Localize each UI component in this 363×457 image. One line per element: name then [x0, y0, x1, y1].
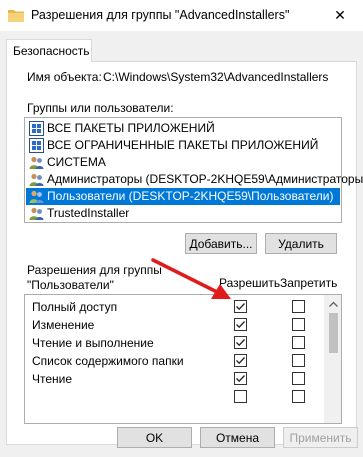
deny-checkbox[interactable] — [292, 372, 305, 385]
checkmark-icon — [236, 339, 245, 347]
permission-row: Полный доступ — [25, 298, 325, 316]
deny-checkbox[interactable] — [292, 318, 305, 331]
allow-checkbox[interactable] — [234, 300, 247, 313]
checkmark-icon — [236, 321, 245, 329]
permission-name: Список содержимого папки — [32, 354, 184, 368]
title-bar: Разрешения для группы "AdvancedInstaller… — [0, 0, 363, 31]
apply-button[interactable]: Применить — [283, 427, 358, 448]
permission-row: Чтение — [25, 370, 325, 388]
allow-checkbox[interactable] — [234, 372, 247, 385]
permission-name: Чтение и выполнение — [32, 336, 154, 350]
dialog-body: Безопасность Имя объекта: C:\Windows\Sys… — [0, 31, 363, 457]
groups-label: Группы или пользователи: — [27, 101, 174, 115]
users-list[interactable]: ВСЕ ПАКЕТЫ ПРИЛОЖЕНИЙ ВСЕ ОГРАНИЧЕННЫЕ П… — [24, 117, 363, 223]
tab-security[interactable]: Безопасность — [6, 39, 92, 62]
permission-row: Список содержимого папки — [25, 352, 325, 370]
scroll-up-button[interactable] — [325, 295, 341, 312]
object-name-label: Имя объекта: — [27, 70, 102, 84]
list-item-label: Администраторы (DESKTOP-2KHQE59\Админист… — [47, 172, 363, 186]
allow-checkbox[interactable] — [234, 318, 247, 331]
checkmark-icon — [236, 303, 245, 311]
users-group-icon — [29, 156, 44, 169]
users-group-icon — [29, 207, 44, 220]
folder-icon — [8, 10, 24, 22]
users-group-icon — [29, 173, 44, 186]
deny-column-header: Запретить — [280, 276, 338, 290]
security-panel: Имя объекта: C:\Windows\System32\Advance… — [6, 61, 363, 445]
chevron-up-icon — [329, 301, 338, 307]
ok-button[interactable]: OK — [117, 427, 192, 448]
list-item-selected[interactable]: Пользователи (DESKTOP-2KHQE59\Пользовате… — [26, 188, 340, 205]
checkmark-icon — [236, 357, 245, 365]
list-item-label: TrustedInstaller — [47, 206, 130, 220]
list-item-label: ВСЕ ОГРАНИЧЕННЫЕ ПАКЕТЫ ПРИЛОЖЕНИЙ — [47, 138, 319, 152]
permissions-title-line: "Пользователи" — [27, 278, 114, 292]
users-group-icon — [29, 190, 44, 203]
add-button[interactable]: Добавить... — [185, 233, 257, 254]
window-title: Разрешения для группы "AdvancedInstaller… — [31, 8, 290, 22]
permission-name: Изменение — [32, 318, 95, 332]
permissions-title: Разрешения для группы "Пользователи" — [27, 263, 162, 293]
checkmark-icon — [236, 375, 245, 383]
permission-row: Чтение и выполнение — [25, 334, 325, 352]
permissions-title-line: Разрешения для группы — [27, 263, 162, 277]
list-item[interactable]: ВСЕ ОГРАНИЧЕННЫЕ ПАКЕТЫ ПРИЛОЖЕНИЙ — [26, 137, 340, 154]
permission-name: Полный доступ — [32, 300, 118, 314]
list-item-label: Пользователи (DESKTOP-2KHQE59\Пользовате… — [47, 189, 334, 203]
list-item[interactable]: TrustedInstaller — [26, 205, 340, 222]
package-group-icon — [29, 121, 44, 136]
allow-checkbox[interactable] — [234, 354, 247, 367]
cancel-button[interactable]: Отмена — [200, 427, 275, 448]
tab-label: Безопасность — [13, 44, 90, 58]
remove-button[interactable]: Удалить — [265, 233, 337, 254]
allow-checkbox[interactable] — [234, 336, 247, 349]
allow-checkbox[interactable] — [234, 390, 247, 403]
close-icon: ✕ — [334, 7, 346, 23]
permissions-scrollbar[interactable] — [324, 295, 341, 423]
deny-checkbox[interactable] — [292, 390, 305, 403]
permissions-list: Полный доступ Изменение Чтение и выполне… — [24, 294, 342, 424]
deny-checkbox[interactable] — [292, 354, 305, 367]
list-item-label: СИСТЕМА — [47, 155, 106, 169]
list-item[interactable]: Администраторы (DESKTOP-2KHQE59\Админист… — [26, 171, 363, 188]
close-button[interactable]: ✕ — [317, 0, 363, 31]
allow-column-header: Разрешить — [219, 276, 281, 290]
package-group-icon — [29, 138, 44, 153]
deny-checkbox[interactable] — [292, 300, 305, 313]
permission-name: Чтение — [32, 372, 73, 386]
object-name-value: C:\Windows\System32\AdvancedInstallers — [103, 70, 329, 84]
permission-row: Изменение — [25, 316, 325, 334]
permission-row — [25, 388, 325, 406]
list-item[interactable]: ВСЕ ПАКЕТЫ ПРИЛОЖЕНИЙ — [26, 120, 340, 137]
deny-checkbox[interactable] — [292, 336, 305, 349]
list-item-label: ВСЕ ПАКЕТЫ ПРИЛОЖЕНИЙ — [47, 121, 215, 135]
list-item[interactable]: СИСТЕМА — [26, 154, 340, 171]
scroll-thumb[interactable] — [329, 313, 338, 353]
